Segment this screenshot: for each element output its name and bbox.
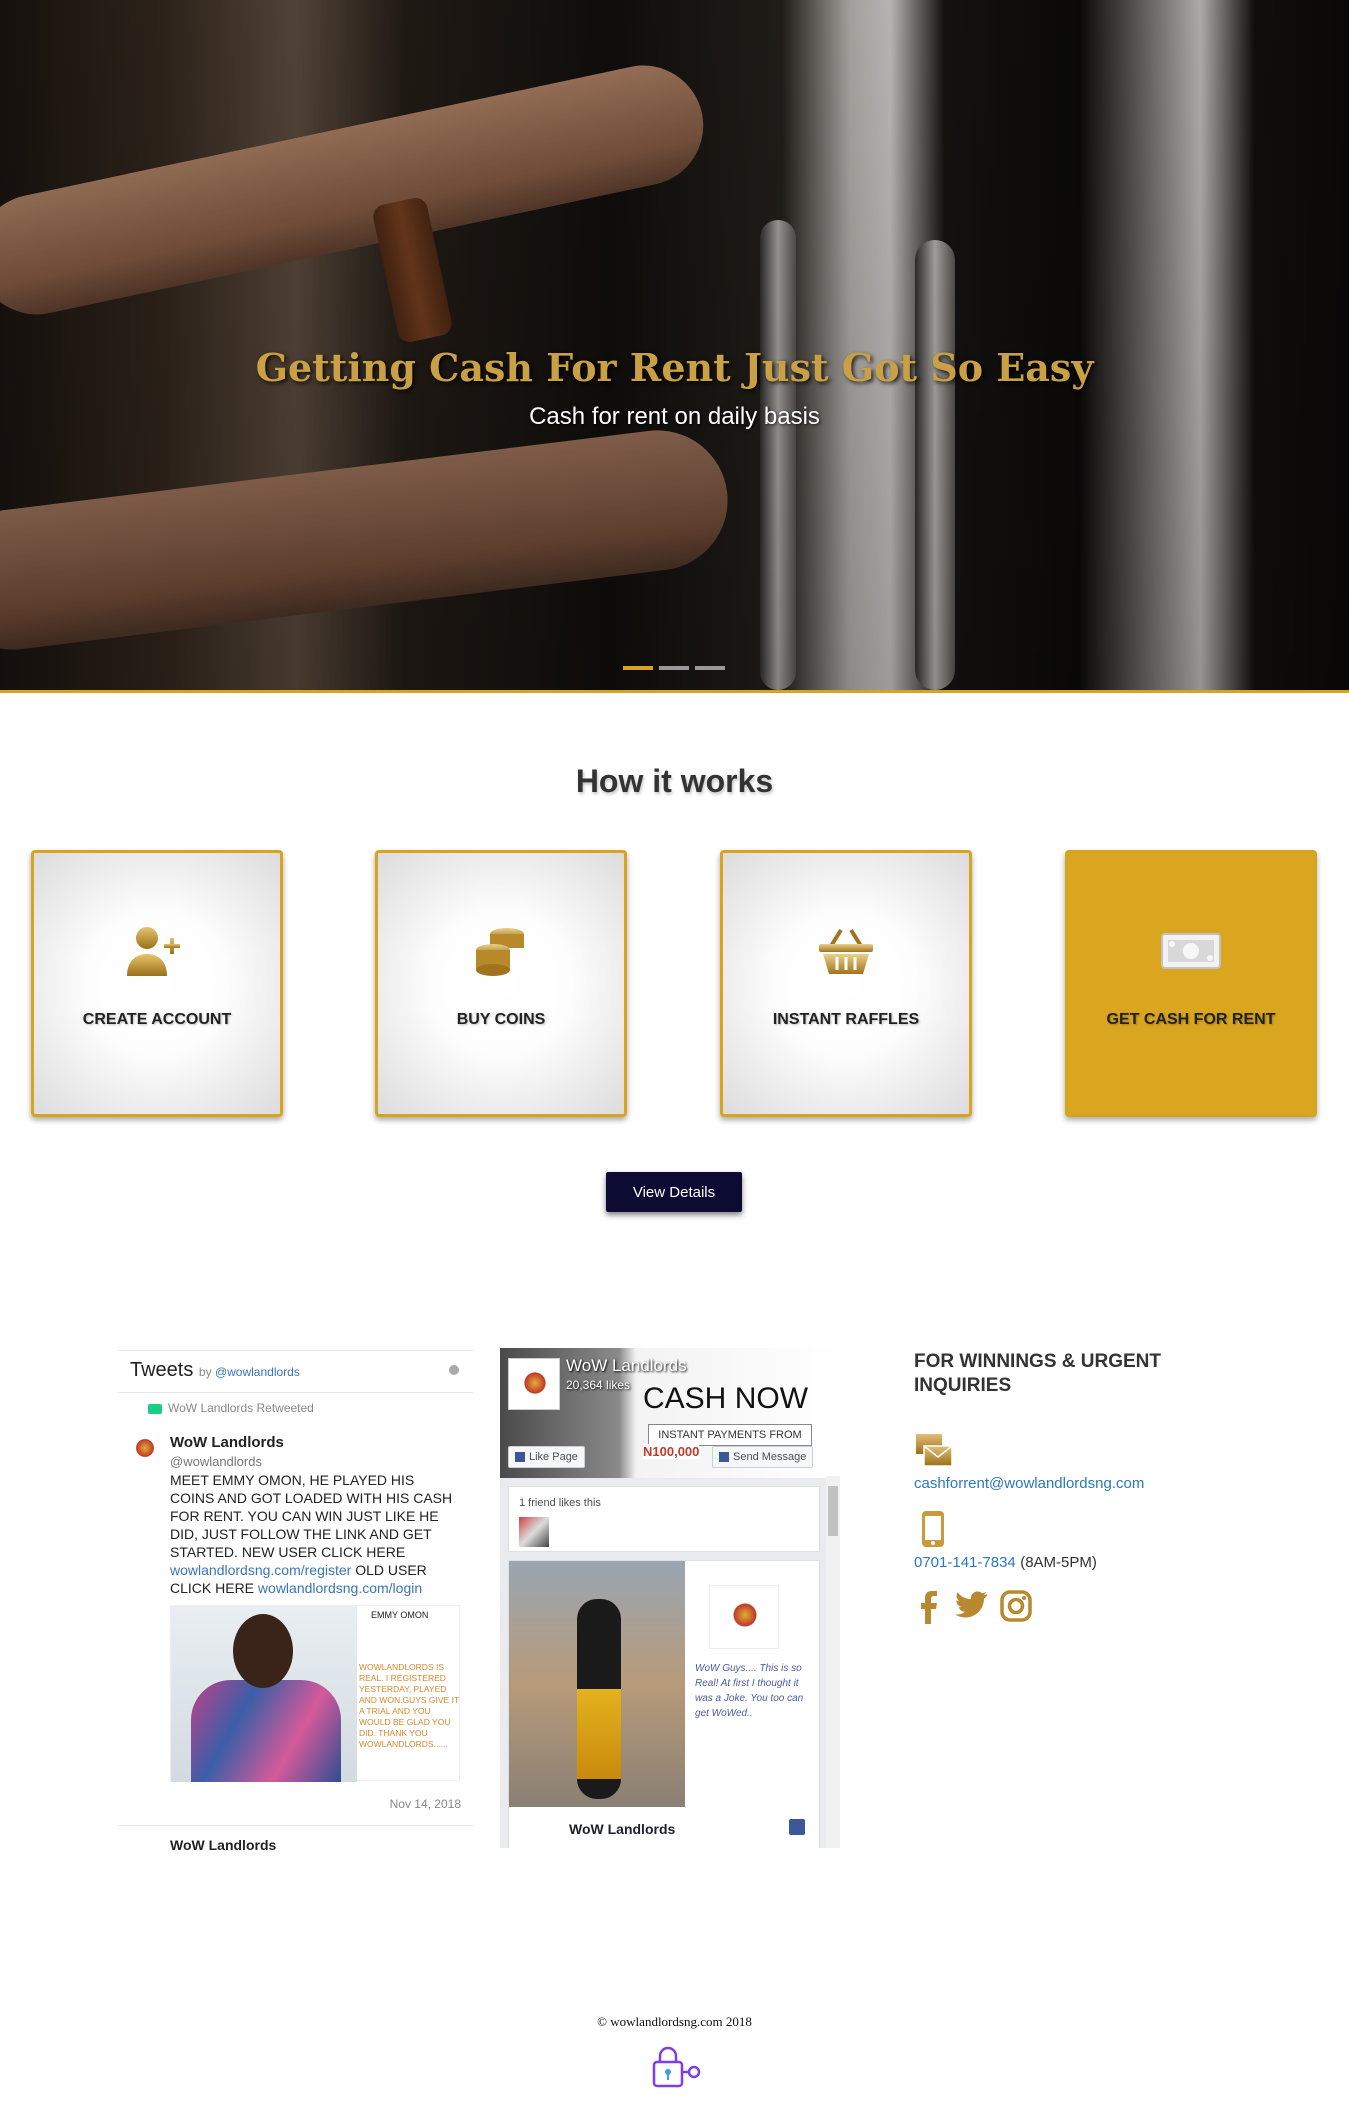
page-name[interactable]: WoW Landlords (566, 1356, 687, 1376)
info-icon[interactable] (449, 1365, 459, 1375)
section-heading: How it works (575, 763, 774, 799)
twitter-handle-link[interactable]: @wowlandlords (215, 1365, 300, 1379)
like-page-button[interactable]: Like Page (508, 1446, 585, 1468)
step-label: GET CASH FOR RENT (1106, 1011, 1276, 1028)
email-block: cashforrent@wowlandlordsng.com (914, 1420, 1214, 1493)
step-card-get-cash[interactable]: GET CASH FOR RENT (1065, 850, 1317, 1117)
login-link[interactable]: wowlandlordsng.com/login (258, 1580, 422, 1596)
coins-icon (378, 921, 624, 981)
view-details-button[interactable]: View Details (606, 1172, 742, 1212)
step-label: INSTANT RAFFLES (772, 1011, 920, 1028)
add-user-icon (34, 921, 280, 981)
page-logo[interactable] (508, 1358, 560, 1410)
twitter-title: Tweets (130, 1359, 194, 1381)
post-photo[interactable] (509, 1561, 685, 1807)
step-card-buy-coins[interactable]: BUY COINS (375, 850, 627, 1117)
hero-subtitle: Cash for rent on daily basis (529, 403, 820, 430)
lock-key-icon[interactable] (648, 2044, 704, 2092)
scrollbar-thumb[interactable] (828, 1486, 838, 1536)
phone-icon (922, 1511, 944, 1547)
office-hours: (8AM-5PM) (1020, 1554, 1097, 1571)
send-message-label: Send Message (733, 1451, 807, 1463)
facebook-page-plugin[interactable]: WoW Landlords 20,364 likes CASH NOW INST… (500, 1348, 840, 1848)
hero-title: Getting Cash For Rent Just Got So Easy (255, 345, 1094, 390)
retweet-label: WoW Landlords Retweeted (168, 1401, 314, 1415)
post-caption: WoW Guys.... This is so Real! At first I… (695, 1663, 804, 1719)
facebook-icon[interactable] (789, 1819, 805, 1835)
tweet-text: MEET EMMY OMON, HE PLAYED HIS COINS AND … (170, 1472, 453, 1560)
facebook-icon[interactable] (914, 1590, 942, 1624)
facebook-icon (515, 1452, 525, 1463)
post-logo (709, 1585, 779, 1649)
friend-likes-text: 1 friend likes this (519, 1497, 601, 1509)
like-page-label: Like Page (529, 1451, 578, 1463)
phone-link[interactable]: 0701-141-7834 (914, 1554, 1016, 1571)
tweet-image-text: WOWLANDLORDS IS REAL. I REGISTERED YESTE… (359, 1662, 459, 1749)
cash-icon (1068, 921, 1314, 981)
instagram-icon[interactable] (1000, 1590, 1032, 1622)
tweet-date[interactable]: Nov 14, 2018 (390, 1797, 461, 1811)
register-link[interactable]: wowlandlordsng.com/register (170, 1562, 351, 1578)
cover-amount: N100,000 (643, 1444, 700, 1459)
avatar[interactable] (134, 1437, 156, 1459)
tweet-image[interactable]: EMMY OMON WOWLANDLORDS IS REAL. I REGIST… (170, 1605, 460, 1782)
phone-block: 0701-141-7834 (8AM-5PM) (914, 1499, 1214, 1572)
mail-icon (916, 1434, 953, 1467)
retweet-notice: WoW Landlords Retweeted (148, 1401, 473, 1415)
tweet-author-handle[interactable]: @wowlandlords (170, 1454, 262, 1469)
carousel-indicator[interactable] (659, 666, 689, 670)
twitter-header: Tweets by @wowlandlords (118, 1351, 473, 1393)
cover-payments: INSTANT PAYMENTS FROM (648, 1424, 812, 1446)
carousel-indicators (623, 666, 725, 670)
send-message-button[interactable]: Send Message (712, 1446, 814, 1468)
hero-carousel[interactable]: Getting Cash For Rent Just Got So Easy C… (0, 0, 1349, 693)
email-link[interactable]: cashforrent@wowlandlordsng.com (914, 1475, 1144, 1492)
twitter-by: by (198, 1365, 212, 1379)
scrollbar[interactable] (826, 1476, 840, 1848)
facebook-cover-image[interactable]: WoW Landlords 20,364 likes CASH NOW INST… (500, 1348, 840, 1478)
step-label: BUY COINS (456, 1011, 546, 1028)
step-card-create-account[interactable]: CREATE ACCOUNT (31, 850, 283, 1117)
facebook-post[interactable]: WoW Guys.... This is so Real! At first I… (508, 1560, 820, 1848)
tweet-photo (171, 1606, 357, 1782)
retweet-icon (148, 1403, 162, 1414)
cover-now: NOW (734, 1382, 809, 1415)
tweet-body: WoW Landlords @wowlandlords MEET EMMY OM… (170, 1433, 460, 1597)
post-author[interactable]: WoW Landlords (569, 1821, 675, 1837)
divider (118, 1825, 473, 1826)
friend-avatar[interactable] (519, 1517, 549, 1547)
twitter-icon[interactable] (954, 1590, 988, 1620)
message-icon (719, 1452, 729, 1463)
friends-like-box: 1 friend likes this (508, 1486, 820, 1552)
cover-headline: CASH NOW (643, 1382, 808, 1416)
carousel-indicator[interactable] (623, 666, 653, 670)
social-links (914, 1590, 1214, 1624)
cover-cash: CASH (643, 1382, 727, 1415)
copyright: © wowlandlordsng.com 2018 (597, 2014, 752, 2029)
twitter-timeline[interactable]: Tweets by @wowlandlords WoW Landlords Re… (118, 1350, 473, 1850)
step-label: CREATE ACCOUNT (82, 1011, 232, 1028)
carousel-indicator[interactable] (695, 666, 725, 670)
contact-heading: FOR WINNINGS & URGENT INQUIRIES (914, 1351, 1161, 1396)
contact-section: FOR WINNINGS & URGENT INQUIRIES cashforr… (914, 1350, 1214, 1624)
tweet-author[interactable]: WoW Landlords (170, 1837, 276, 1850)
basket-icon (723, 921, 969, 981)
tweet-author[interactable]: WoW Landlords (170, 1434, 284, 1451)
tweet-image-name: EMMY OMON (371, 1610, 429, 1620)
step-card-instant-raffles[interactable]: INSTANT RAFFLES (720, 850, 972, 1117)
page-likes: 20,364 likes (566, 1378, 631, 1392)
